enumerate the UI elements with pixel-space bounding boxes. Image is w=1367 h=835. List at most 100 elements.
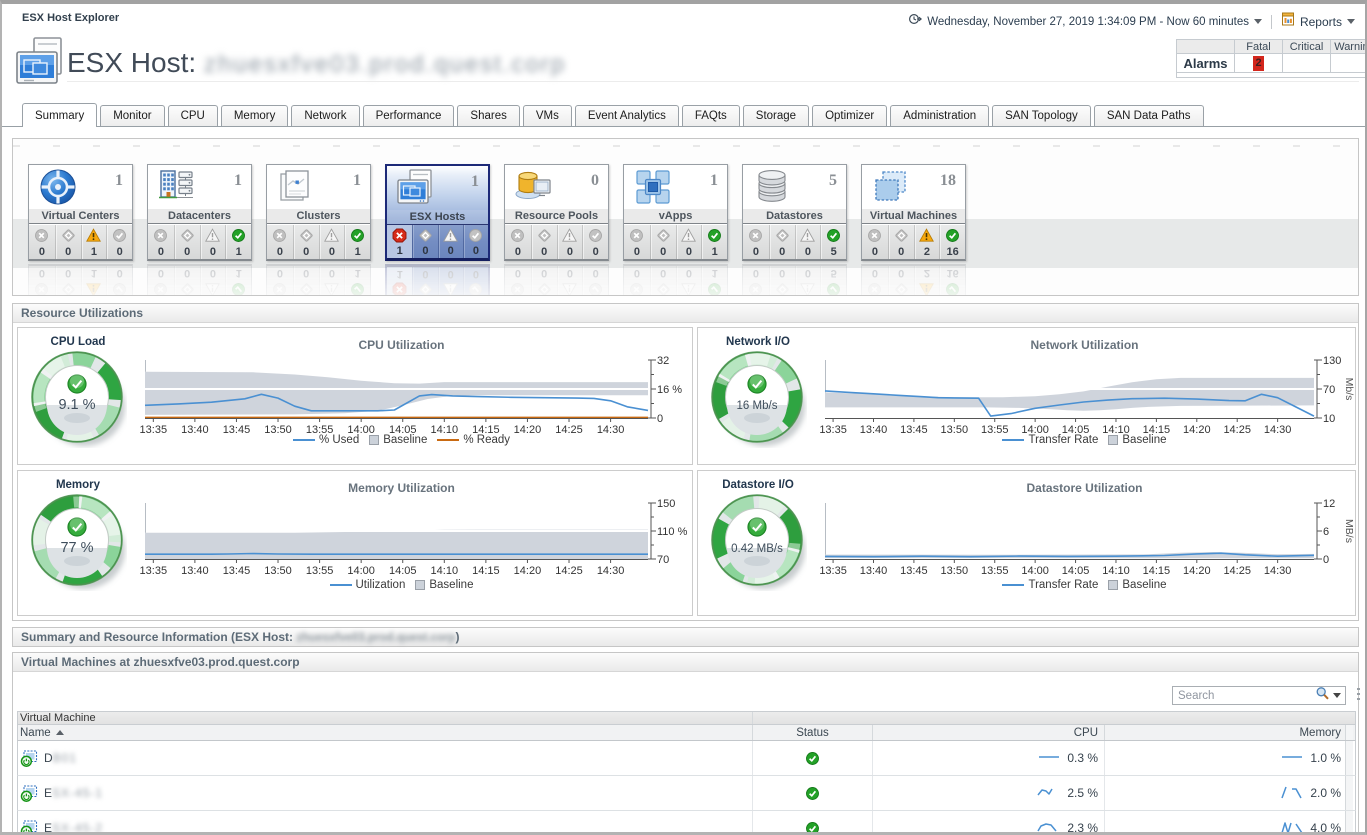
tile-status-cell-fatal[interactable]: 0 — [624, 225, 650, 259]
legend-item: Baseline — [415, 579, 473, 591]
search-input[interactable]: Search — [1173, 690, 1315, 702]
search-options-caret-icon[interactable] — [1333, 693, 1341, 698]
gauge-cpu-load[interactable]: 9.1 % — [29, 350, 127, 453]
tab-vms[interactable]: VMs — [523, 105, 572, 126]
tile-status-cell-critical[interactable]: 0 — [888, 225, 914, 259]
tile-esx-hosts[interactable]: 1ESX Hosts1000 — [385, 164, 490, 261]
tab-cpu[interactable]: CPU — [168, 105, 218, 126]
tile-status-cell-warning[interactable]: 0 — [557, 225, 583, 259]
tab-administration[interactable]: Administration — [890, 105, 989, 126]
chart-memory[interactable]: 13:3513:4013:4513:5013:5514:0014:0514:10… — [138, 495, 694, 592]
tiles-row: 1Virtual Centers00101Datacenters00011Clu… — [28, 164, 980, 261]
tile-status-cell-normal[interactable]: 1 — [701, 225, 727, 259]
tab-faqts[interactable]: FAQts — [682, 105, 740, 126]
svg-text:13:40: 13:40 — [181, 565, 209, 577]
tile-virtual-machines[interactable]: 18Virtual Machines00216 — [861, 164, 966, 261]
svg-text:14:25: 14:25 — [1223, 565, 1251, 577]
tile-status-cell-critical[interactable]: 0 — [55, 225, 81, 259]
status-normal-icon — [826, 228, 841, 243]
tile-status-cell-fatal[interactable]: 1 — [387, 225, 412, 258]
vm-name-cell[interactable]: DB01 — [18, 750, 752, 767]
tile-status-cell-critical[interactable]: 0 — [769, 225, 795, 259]
tile-clusters[interactable]: 1Clusters0001 — [266, 164, 371, 261]
svg-text:14:30: 14:30 — [597, 565, 625, 577]
tile-status-cell-fatal[interactable]: 0 — [148, 225, 174, 259]
time-range-text[interactable]: Wednesday, November 27, 2019 1:34:09 PM … — [927, 16, 1249, 28]
tile-status-cell-warning[interactable]: 2 — [914, 225, 940, 259]
column-header-memory[interactable]: Memory — [1104, 725, 1345, 740]
tile-status-cell-normal[interactable]: 0 — [106, 225, 132, 259]
tile-status-cell-fatal[interactable]: 0 — [505, 225, 531, 259]
tile-status-cell-warning[interactable]: 0 — [438, 225, 463, 258]
vm-table-row[interactable]: ESX-45-22.3 %4.0 % — [17, 811, 1356, 835]
resource-utilizations-header[interactable]: Resource Utilizations — [13, 304, 1358, 323]
tile-status-cell-normal[interactable]: 16 — [939, 225, 965, 259]
search-box[interactable]: Search — [1172, 686, 1346, 705]
tab-network[interactable]: Network — [291, 105, 359, 126]
tile-vapps[interactable]: 1vApps0001 — [623, 164, 728, 261]
tile-status-cell-normal[interactable]: 1 — [225, 225, 251, 259]
tile-status-cell-warning[interactable]: 0 — [319, 225, 345, 259]
reports-button[interactable]: Reports — [1300, 15, 1342, 29]
tile-status-cell-critical[interactable]: 0 — [531, 225, 557, 259]
tile-status-cell-warning[interactable]: 1 — [81, 225, 107, 259]
column-header-name[interactable]: Name — [18, 725, 752, 740]
panel-resize-handle[interactable] — [1357, 688, 1360, 702]
tab-summary[interactable]: Summary — [22, 103, 97, 127]
alarms-fatal-cell[interactable]: 2 — [1235, 54, 1283, 73]
tab-performance[interactable]: Performance — [363, 105, 455, 126]
tile-status-cell-fatal[interactable]: 0 — [743, 225, 769, 259]
tab-shares[interactable]: Shares — [457, 105, 519, 126]
tile-virtual-centers[interactable]: 1Virtual Centers0010 — [28, 164, 133, 261]
chart-datastore[interactable]: 13:3513:4013:4513:5013:5514:0014:0514:10… — [816, 495, 1357, 592]
column-header-cpu[interactable]: CPU — [872, 725, 1104, 740]
reports-caret-icon[interactable] — [1347, 19, 1355, 24]
tab-monitor[interactable]: Monitor — [100, 105, 164, 126]
tab-san-data-paths[interactable]: SAN Data Paths — [1094, 105, 1204, 126]
svg-text:6: 6 — [1323, 526, 1329, 538]
tile-status-cell-normal[interactable]: 0 — [582, 225, 608, 259]
tile-status-cell-normal[interactable]: 5 — [820, 225, 846, 259]
vm-section-header[interactable]: Virtual Machines at zhuesxfve03.prod.que… — [13, 653, 1358, 672]
tile-status-cell-fatal[interactable]: 0 — [29, 225, 55, 259]
tile-resource-pools[interactable]: 0Resource Pools0000 — [504, 164, 609, 261]
legend-line-swatch — [293, 439, 315, 441]
tile-count: 1 — [353, 172, 361, 190]
vm-name-cell[interactable]: ESX-45-1 — [18, 785, 752, 802]
tile-status-cell-critical[interactable]: 0 — [650, 225, 676, 259]
tab-san-topology[interactable]: SAN Topology — [992, 105, 1091, 126]
tile-status-cell-critical[interactable]: 0 — [412, 225, 437, 258]
alarms-critical-cell[interactable] — [1283, 54, 1331, 73]
gauge-cpu-load-part: 9.1 % — [29, 350, 127, 448]
vm-table-row[interactable]: ESX-45-12.5 %2.0 % — [17, 776, 1356, 811]
tile-status-cell-warning[interactable]: 0 — [200, 225, 226, 259]
time-range-caret-icon[interactable] — [1254, 19, 1262, 24]
vm-table-row[interactable]: DB010.3 %1.0 % — [17, 741, 1356, 776]
tab-storage[interactable]: Storage — [743, 105, 809, 126]
tile-status-cell-warning[interactable]: 0 — [795, 225, 821, 259]
tile-status-cell-critical[interactable]: 0 — [174, 225, 200, 259]
summary-section-header[interactable]: Summary and Resource Information (ESX Ho… — [12, 627, 1359, 647]
tile-status-cell-normal[interactable]: 1 — [344, 225, 370, 259]
legend-item: Transfer Rate — [1002, 434, 1098, 446]
tile-status-cell-fatal[interactable]: 0 — [862, 225, 888, 259]
tile-status-cell-fatal[interactable]: 0 — [267, 225, 293, 259]
vm-name-cell[interactable]: ESX-45-2 — [18, 820, 752, 835]
tile-datacenters[interactable]: 1Datacenters0001 — [147, 164, 252, 261]
search-icon[interactable] — [1315, 686, 1330, 706]
tile-status-cell-normal[interactable]: 0 — [463, 225, 488, 258]
tile-status-cell-critical[interactable]: 0 — [293, 225, 319, 259]
gauge-network-i-o[interactable]: 16 Mb/s — [709, 350, 807, 453]
tab-memory[interactable]: Memory — [221, 105, 289, 126]
vm-name: ESX-45-1 — [44, 786, 103, 800]
tab-optimizer[interactable]: Optimizer — [812, 105, 887, 126]
column-header-status[interactable]: Status — [752, 725, 872, 740]
tab-event-analytics[interactable]: Event Analytics — [575, 105, 679, 126]
tile-status-count: 0 — [660, 246, 666, 258]
gauge-memory[interactable]: 77 % — [29, 493, 127, 596]
tile-datastores[interactable]: 5Datastores0005 — [742, 164, 847, 261]
alarms-warning-cell[interactable] — [1331, 54, 1367, 73]
tile-status-cell-warning[interactable]: 0 — [676, 225, 702, 259]
gauge-datastore-i-o[interactable]: 0.42 MB/s — [709, 493, 807, 596]
vm-name-redacted: SX-45-2 — [52, 821, 103, 835]
